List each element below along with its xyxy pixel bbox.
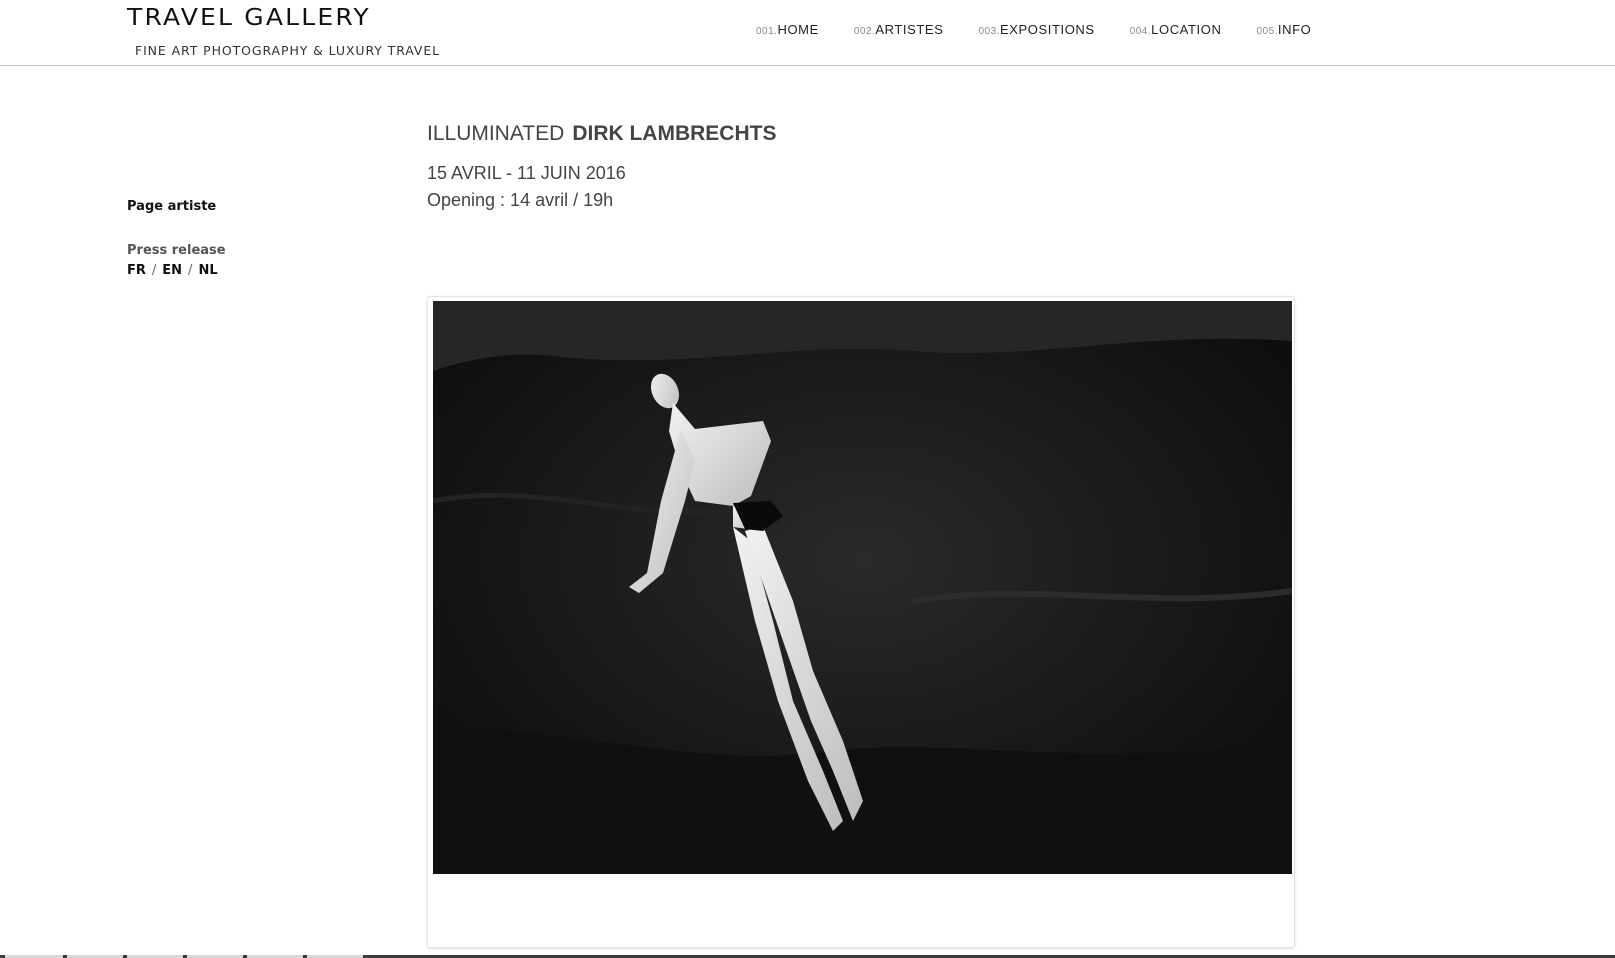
- nav-item-home[interactable]: 001. HOME: [756, 22, 819, 37]
- lang-separator: /: [188, 263, 193, 278]
- logo-title[interactable]: TRAVEL GALLERY: [127, 4, 371, 31]
- nav-item-label: EXPOSITIONS: [999, 22, 1095, 37]
- nav-item-expositions[interactable]: 003. EXPOSITIONS: [978, 22, 1094, 37]
- main-nav: 001. HOME 002. ARTISTES 003. EXPOSITIONS…: [756, 22, 1311, 37]
- nav-item-number: 005.: [1256, 26, 1278, 37]
- exhibition-artist: DIRK LAMBRECHTS: [572, 122, 777, 145]
- site-header: TRAVEL GALLERY FINE ART PHOTOGRAPHY & LU…: [0, 0, 1615, 66]
- photo-card: [427, 296, 1295, 948]
- nav-item-number: 001.: [756, 26, 778, 37]
- nav-item-number: 004.: [1129, 26, 1152, 37]
- nav-item-info[interactable]: 005. INFO: [1256, 22, 1311, 37]
- nav-item-label: INFO: [1277, 22, 1312, 37]
- nav-item-number: 003.: [978, 26, 1000, 37]
- press-release-en-link[interactable]: EN: [162, 263, 182, 278]
- press-release-nl-link[interactable]: NL: [198, 263, 217, 278]
- exhibition-title-prefix: ILLUMINATED: [427, 122, 565, 145]
- exhibition-opening: Opening : 14 avril / 19h: [427, 190, 614, 210]
- nav-item-artistes[interactable]: 002. ARTISTES: [854, 22, 944, 37]
- press-release-languages: FR / EN / NL: [127, 263, 218, 278]
- sidebar-links: Page artiste: [127, 199, 216, 214]
- press-release-label: Press release: [127, 243, 226, 258]
- nav-item-label: ARTISTES: [875, 22, 944, 37]
- press-release-fr-link[interactable]: FR: [127, 263, 146, 278]
- nav-item-location[interactable]: 004. LOCATION: [1130, 22, 1222, 37]
- exhibition-photo[interactable]: [433, 301, 1292, 874]
- lang-separator: /: [151, 263, 157, 278]
- artist-page-link[interactable]: Page artiste: [127, 199, 216, 214]
- nav-item-label: LOCATION: [1151, 22, 1222, 37]
- logo-subtitle: FINE ART PHOTOGRAPHY & LUXURY TRAVEL: [135, 43, 441, 58]
- nav-item-number: 002.: [853, 26, 876, 37]
- exhibition-dates: 15 AVRIL - 11 JUIN 2016: [427, 163, 626, 183]
- photo-illustration: [433, 301, 1292, 874]
- exhibition-title: ILLUMINATED DIRK LAMBRECHTS: [427, 122, 776, 146]
- nav-item-label: HOME: [777, 22, 819, 37]
